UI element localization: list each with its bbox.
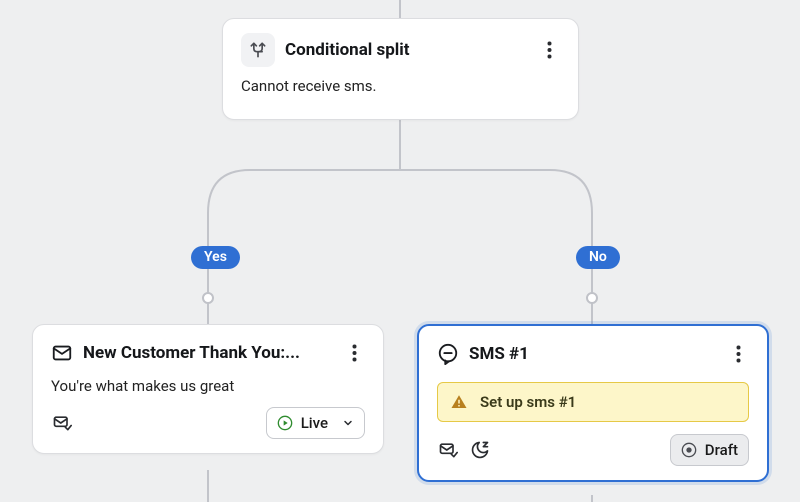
email-card-title: New Customer Thank You:... bbox=[83, 343, 333, 363]
draft-dot-icon bbox=[681, 442, 697, 458]
mail-icon bbox=[51, 342, 73, 364]
branch-node-dot bbox=[202, 292, 214, 304]
card-menu-button[interactable] bbox=[538, 36, 560, 64]
dots-vertical-icon bbox=[547, 41, 552, 59]
smart-send-icon bbox=[51, 412, 73, 434]
setup-warning-text: Set up sms #1 bbox=[480, 393, 576, 411]
status-chip-draft: Draft bbox=[670, 434, 749, 466]
dots-vertical-icon bbox=[736, 345, 741, 363]
conditional-split-description: Cannot receive sms. bbox=[241, 77, 560, 95]
email-card-subtitle: You're what makes us great bbox=[51, 377, 365, 395]
card-menu-button[interactable] bbox=[343, 339, 365, 367]
chevron-down-icon bbox=[342, 417, 354, 429]
sms-card-title: SMS #1 bbox=[469, 344, 717, 364]
branch-no-pill: No bbox=[576, 246, 620, 269]
play-circle-icon bbox=[277, 415, 293, 431]
sms-card[interactable]: SMS #1 Set up sms #1 bbox=[417, 324, 769, 482]
warning-icon bbox=[450, 393, 468, 411]
branch-yes-label: Yes bbox=[204, 249, 227, 265]
branch-node-dot bbox=[586, 292, 598, 304]
smart-send-icon bbox=[437, 439, 459, 461]
conditional-split-card[interactable]: Conditional split Cannot receive sms. bbox=[222, 18, 579, 120]
sms-icon bbox=[437, 343, 459, 365]
branch-yes-pill: Yes bbox=[191, 246, 240, 269]
email-card[interactable]: New Customer Thank You:... You're what m… bbox=[32, 324, 384, 454]
quiet-hours-icon bbox=[469, 439, 491, 461]
status-label: Live bbox=[301, 414, 328, 432]
card-menu-button[interactable] bbox=[727, 340, 749, 368]
dots-vertical-icon bbox=[352, 344, 357, 362]
conditional-split-title: Conditional split bbox=[285, 40, 528, 60]
split-icon bbox=[241, 33, 275, 67]
status-label: Draft bbox=[705, 441, 738, 459]
branch-no-label: No bbox=[589, 249, 607, 265]
setup-warning[interactable]: Set up sms #1 bbox=[437, 382, 749, 422]
status-select-live[interactable]: Live bbox=[266, 407, 365, 439]
